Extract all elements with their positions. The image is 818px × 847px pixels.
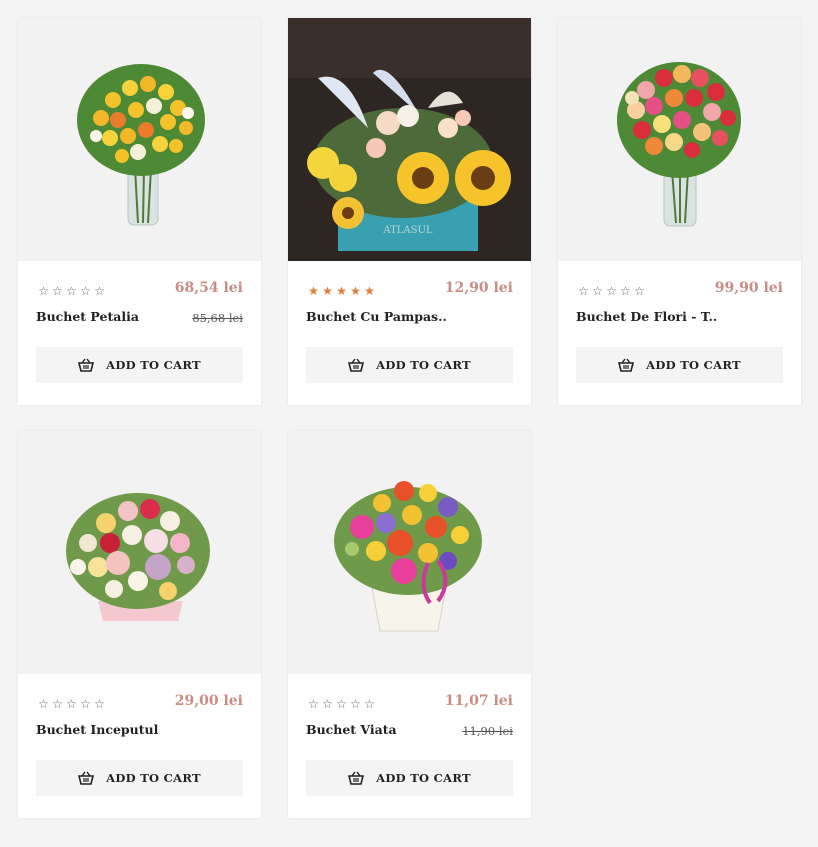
product-card: ☆ ☆ ☆ ☆ ☆ 99,90 lei Buchet De Flori - T... A…	[558, 18, 801, 405]
product-price: 29,00 lei	[174, 693, 243, 709]
star-filled-icon: ★	[364, 284, 376, 298]
star-empty-icon: ☆	[606, 284, 618, 298]
box-brand-label: ATLASUL	[382, 225, 432, 236]
product-name[interactable]: Buchet Petalia	[36, 309, 139, 324]
star-empty-icon: ☆	[308, 697, 320, 711]
product-price: 68,54 lei	[174, 280, 243, 296]
basket-icon	[348, 358, 365, 372]
star-empty-icon: ☆	[322, 697, 334, 711]
star-empty-icon: ☆	[364, 697, 376, 711]
product-rating: ☆ ☆ ☆ ☆ ☆	[37, 697, 107, 711]
star-empty-icon: ☆	[38, 284, 50, 298]
product-name[interactable]: Buchet Cu Pampas...	[306, 309, 446, 324]
add-to-cart-button[interactable]: ADD TO CART	[36, 760, 243, 796]
add-to-cart-button[interactable]: ADD TO CART	[576, 347, 783, 383]
product-image[interactable]: ATLASUL	[288, 18, 531, 261]
basket-icon	[348, 771, 365, 785]
product-card: ☆ ☆ ☆ ☆ ☆ 68,54 lei Buchet Petalia 85,68 lei…	[18, 18, 261, 405]
star-filled-icon: ★	[336, 284, 348, 298]
product-price: 11,07 lei	[444, 693, 513, 709]
product-card: ☆ ☆ ☆ ☆ ☆ 29,00 lei Buchet Inceputul ADD TO …	[18, 431, 261, 818]
product-price: 99,90 lei	[714, 280, 783, 296]
star-empty-icon: ☆	[94, 697, 106, 711]
pastel-roses-box-icon	[66, 493, 210, 621]
star-empty-icon: ☆	[350, 697, 362, 711]
star-filled-icon: ★	[322, 284, 334, 298]
add-to-cart-label: ADD TO CART	[376, 771, 471, 785]
product-card: ☆ ☆ ☆ ☆ ☆ 11,07 lei Buchet Viata 11,90 lei A…	[288, 431, 531, 818]
add-to-cart-button[interactable]: ADD TO CART	[306, 347, 513, 383]
bouquet-yellow-roses-vase-icon	[77, 64, 205, 226]
star-empty-icon: ☆	[578, 284, 590, 298]
star-filled-icon: ★	[350, 284, 362, 298]
star-empty-icon: ☆	[336, 697, 348, 711]
star-filled-icon: ★	[308, 284, 320, 298]
bouquet-mixed-roses-vase-icon	[617, 62, 741, 227]
star-empty-icon: ☆	[94, 284, 106, 298]
star-empty-icon: ☆	[80, 284, 92, 298]
product-rating: ☆ ☆ ☆ ☆ ☆	[37, 284, 107, 298]
product-old-price: 11,90 lei	[462, 724, 513, 738]
product-name[interactable]: Buchet Viata	[306, 722, 397, 737]
product-image[interactable]	[18, 18, 261, 261]
add-to-cart-button[interactable]: ADD TO CART	[36, 347, 243, 383]
add-to-cart-label: ADD TO CART	[106, 358, 201, 372]
star-empty-icon: ☆	[634, 284, 646, 298]
sunflower-box-arrangement-icon: ATLASUL	[288, 18, 531, 261]
star-empty-icon: ☆	[80, 697, 92, 711]
star-empty-icon: ☆	[66, 284, 78, 298]
product-name[interactable]: Buchet Inceputul	[36, 722, 158, 737]
add-to-cart-button[interactable]: ADD TO CART	[306, 760, 513, 796]
star-empty-icon: ☆	[52, 697, 64, 711]
product-rating: ★ ★ ★ ★ ★	[307, 284, 377, 298]
basket-icon	[78, 771, 95, 785]
star-empty-icon: ☆	[620, 284, 632, 298]
product-price: 12,90 lei	[444, 280, 513, 296]
star-empty-icon: ☆	[66, 697, 78, 711]
gerbera-basket-icon	[334, 481, 482, 632]
basket-icon	[618, 358, 635, 372]
product-image[interactable]	[288, 431, 531, 674]
product-old-price: 85,68 lei	[192, 311, 243, 325]
product-name[interactable]: Buchet De Flori - T...	[576, 309, 716, 324]
star-empty-icon: ☆	[38, 697, 50, 711]
basket-icon	[78, 358, 95, 372]
add-to-cart-label: ADD TO CART	[106, 771, 201, 785]
product-rating: ☆ ☆ ☆ ☆ ☆	[577, 284, 647, 298]
product-card: ATLASUL ★ ★ ★ ★ ★ 12,90 lei Buchet Cu Pampas…	[288, 18, 531, 405]
add-to-cart-label: ADD TO CART	[646, 358, 741, 372]
star-empty-icon: ☆	[52, 284, 64, 298]
add-to-cart-label: ADD TO CART	[376, 358, 471, 372]
product-rating: ☆ ☆ ☆ ☆ ☆	[307, 697, 377, 711]
star-empty-icon: ☆	[592, 284, 604, 298]
product-image[interactable]	[558, 18, 801, 261]
product-image[interactable]	[18, 431, 261, 674]
